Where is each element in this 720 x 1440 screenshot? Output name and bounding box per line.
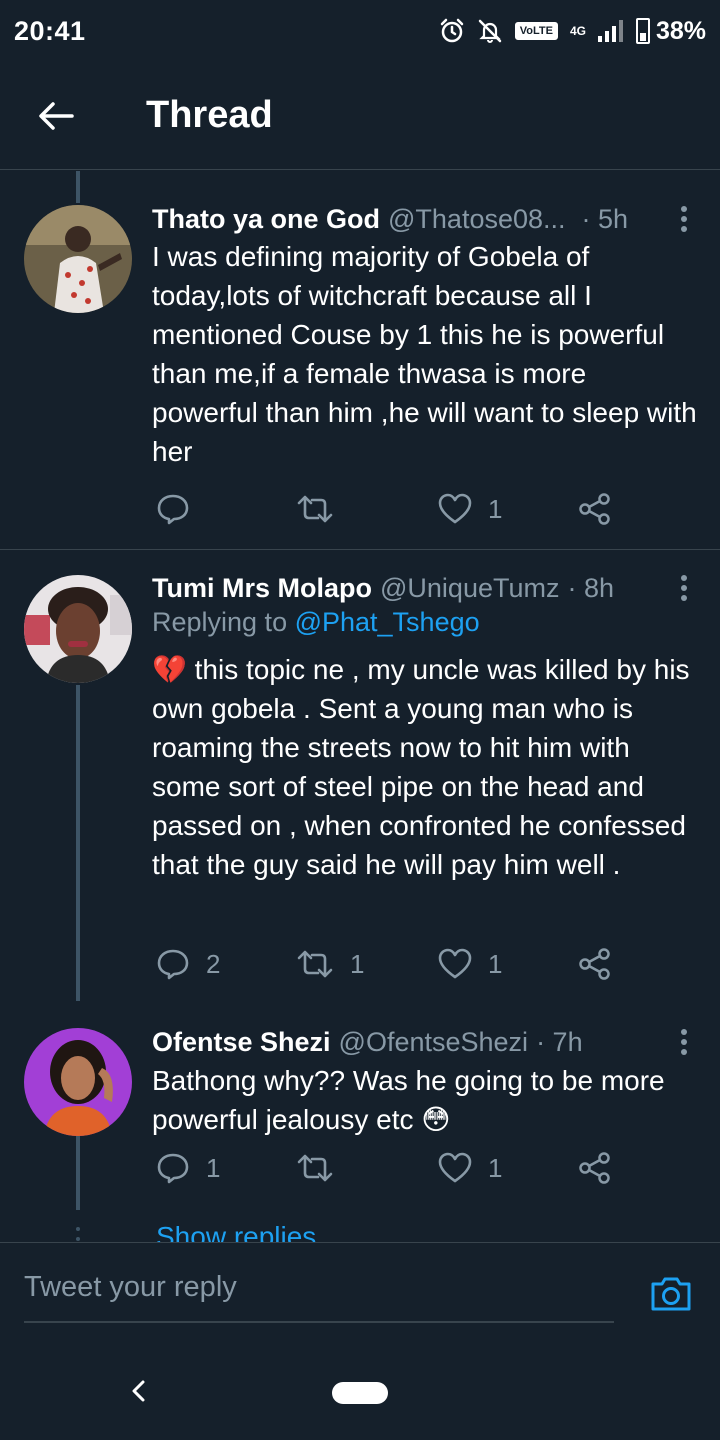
status-bar: 20:41 VoLTE 4G 38% xyxy=(0,0,720,62)
retweet-button[interactable] xyxy=(296,489,350,529)
author-name[interactable]: Ofentse Shezi xyxy=(152,1027,331,1058)
author-handle[interactable]: @OfentseShezi xyxy=(339,1027,529,1058)
replying-prefix: Replying to xyxy=(152,607,295,637)
tweet-timestamp[interactable]: · 7h xyxy=(536,1027,583,1058)
reply-icon xyxy=(157,494,189,525)
retweet-icon xyxy=(297,950,333,978)
show-replies-link[interactable]: Show replies xyxy=(156,1221,316,1242)
camera-button[interactable] xyxy=(648,1271,694,1317)
app-header: Thread xyxy=(0,62,720,170)
more-dots-connector xyxy=(75,1227,81,1241)
reply-count: 1 xyxy=(206,1152,221,1183)
chevron-left-icon xyxy=(132,1380,145,1402)
reply-button[interactable]: 2 xyxy=(156,944,220,984)
nav-home-pill[interactable] xyxy=(332,1382,388,1404)
reply-button[interactable]: 1 xyxy=(156,1148,220,1188)
system-navigation-bar xyxy=(0,1342,720,1440)
retweet-button[interactable] xyxy=(296,1148,350,1188)
network-type: 4G xyxy=(569,24,586,38)
signal-icon xyxy=(597,20,623,42)
share-icon xyxy=(579,948,610,980)
share-button[interactable] xyxy=(578,489,612,529)
author-handle[interactable]: @Thatose08... xyxy=(388,204,566,235)
arrow-left-icon xyxy=(39,101,74,130)
tweet-actions: 1 xyxy=(152,489,632,529)
share-icon xyxy=(579,1152,610,1184)
tweet-header: Thato ya one God @Thatose08... · 5h xyxy=(152,199,696,239)
retweet-icon xyxy=(297,495,333,523)
heart-icon xyxy=(438,493,472,524)
like-count: 1 xyxy=(488,493,503,524)
more-options-icon[interactable] xyxy=(672,202,696,236)
like-button[interactable]: 1 xyxy=(438,1148,502,1188)
tweet-text: I was defining majority of Gobela of tod… xyxy=(152,241,697,467)
tweet-header: Tumi Mrs Molapo @UniqueTumz · 8h xyxy=(152,568,696,608)
tweet-body: Bathong why?? Was he going to be more po… xyxy=(152,1065,665,1135)
more-options-icon[interactable] xyxy=(672,1025,696,1059)
notifications-off-icon xyxy=(478,19,501,43)
heart-icon xyxy=(438,1152,472,1183)
tweet[interactable]: Tumi Mrs Molapo @UniqueTumz · 8h Replyin… xyxy=(0,550,720,1000)
avatar[interactable] xyxy=(24,575,132,683)
share-button[interactable] xyxy=(578,1148,612,1188)
back-button[interactable] xyxy=(0,62,112,169)
reply-icon xyxy=(157,1153,189,1184)
tweet-header: Ofentse Shezi @OfentseShezi · 7h xyxy=(152,1022,696,1062)
like-button[interactable]: 1 xyxy=(438,944,502,984)
author-handle[interactable]: @UniqueTumz xyxy=(380,573,559,604)
tweet-actions: 2 1 1 xyxy=(152,944,632,984)
page-title: Thread xyxy=(146,94,273,136)
volte-badge: VoLTE xyxy=(514,22,558,40)
like-count: 1 xyxy=(488,1152,503,1183)
battery-percent: 38% xyxy=(655,16,706,45)
battery-icon xyxy=(635,18,650,44)
tweet-timestamp[interactable]: · 8h xyxy=(567,573,614,604)
nav-back-button[interactable] xyxy=(124,1376,154,1406)
reply-count: 2 xyxy=(206,948,221,979)
author-name[interactable]: Thato ya one God xyxy=(152,204,380,235)
replying-to-link[interactable]: @Phat_Tshego xyxy=(295,607,480,637)
thread-list[interactable]: Thato ya one God @Thatose08... · 5h I wa… xyxy=(0,171,720,1242)
reply-icon xyxy=(157,949,189,980)
tweet-body: this topic ne , my uncle was killed by h… xyxy=(152,654,690,880)
like-button[interactable]: 1 xyxy=(438,489,502,529)
tweet[interactable]: Thato ya one God @Thatose08... · 5h I wa… xyxy=(0,171,720,549)
share-button[interactable] xyxy=(578,944,612,984)
status-icons: VoLTE 4G 38% xyxy=(439,17,706,46)
reply-composer xyxy=(0,1242,720,1342)
tweet-timestamp[interactable]: · 5h xyxy=(582,204,629,235)
retweet-button[interactable]: 1 xyxy=(296,944,364,984)
more-options-icon[interactable] xyxy=(672,571,696,605)
tweet-text: 💔 this topic ne , my uncle was killed by… xyxy=(152,650,697,884)
author-name[interactable]: Tumi Mrs Molapo xyxy=(152,573,372,604)
camera-icon xyxy=(651,1277,691,1311)
avatar[interactable] xyxy=(24,1028,132,1136)
flushed-face-emoji: 😳 xyxy=(421,1104,451,1135)
alarm-icon xyxy=(440,18,463,43)
tweet-reply-input[interactable] xyxy=(24,1263,614,1323)
status-time: 20:41 xyxy=(14,15,86,46)
retweet-count: 1 xyxy=(350,948,365,979)
tweet[interactable]: Ofentse Shezi @OfentseShezi · 7h Bathong… xyxy=(0,1000,720,1200)
heart-icon xyxy=(438,948,472,979)
tweet-text: Bathong why?? Was he going to be more po… xyxy=(152,1061,697,1139)
retweet-icon xyxy=(297,1154,333,1182)
share-icon xyxy=(579,493,610,525)
battery-indicator: 38% xyxy=(635,16,706,46)
broken-heart-emoji: 💔 xyxy=(152,654,187,685)
like-count: 1 xyxy=(488,948,503,979)
reply-button[interactable] xyxy=(156,489,206,529)
replying-to: Replying to @Phat_Tshego xyxy=(152,607,480,638)
avatar[interactable] xyxy=(24,205,132,313)
tweet-actions: 1 1 xyxy=(152,1148,632,1188)
